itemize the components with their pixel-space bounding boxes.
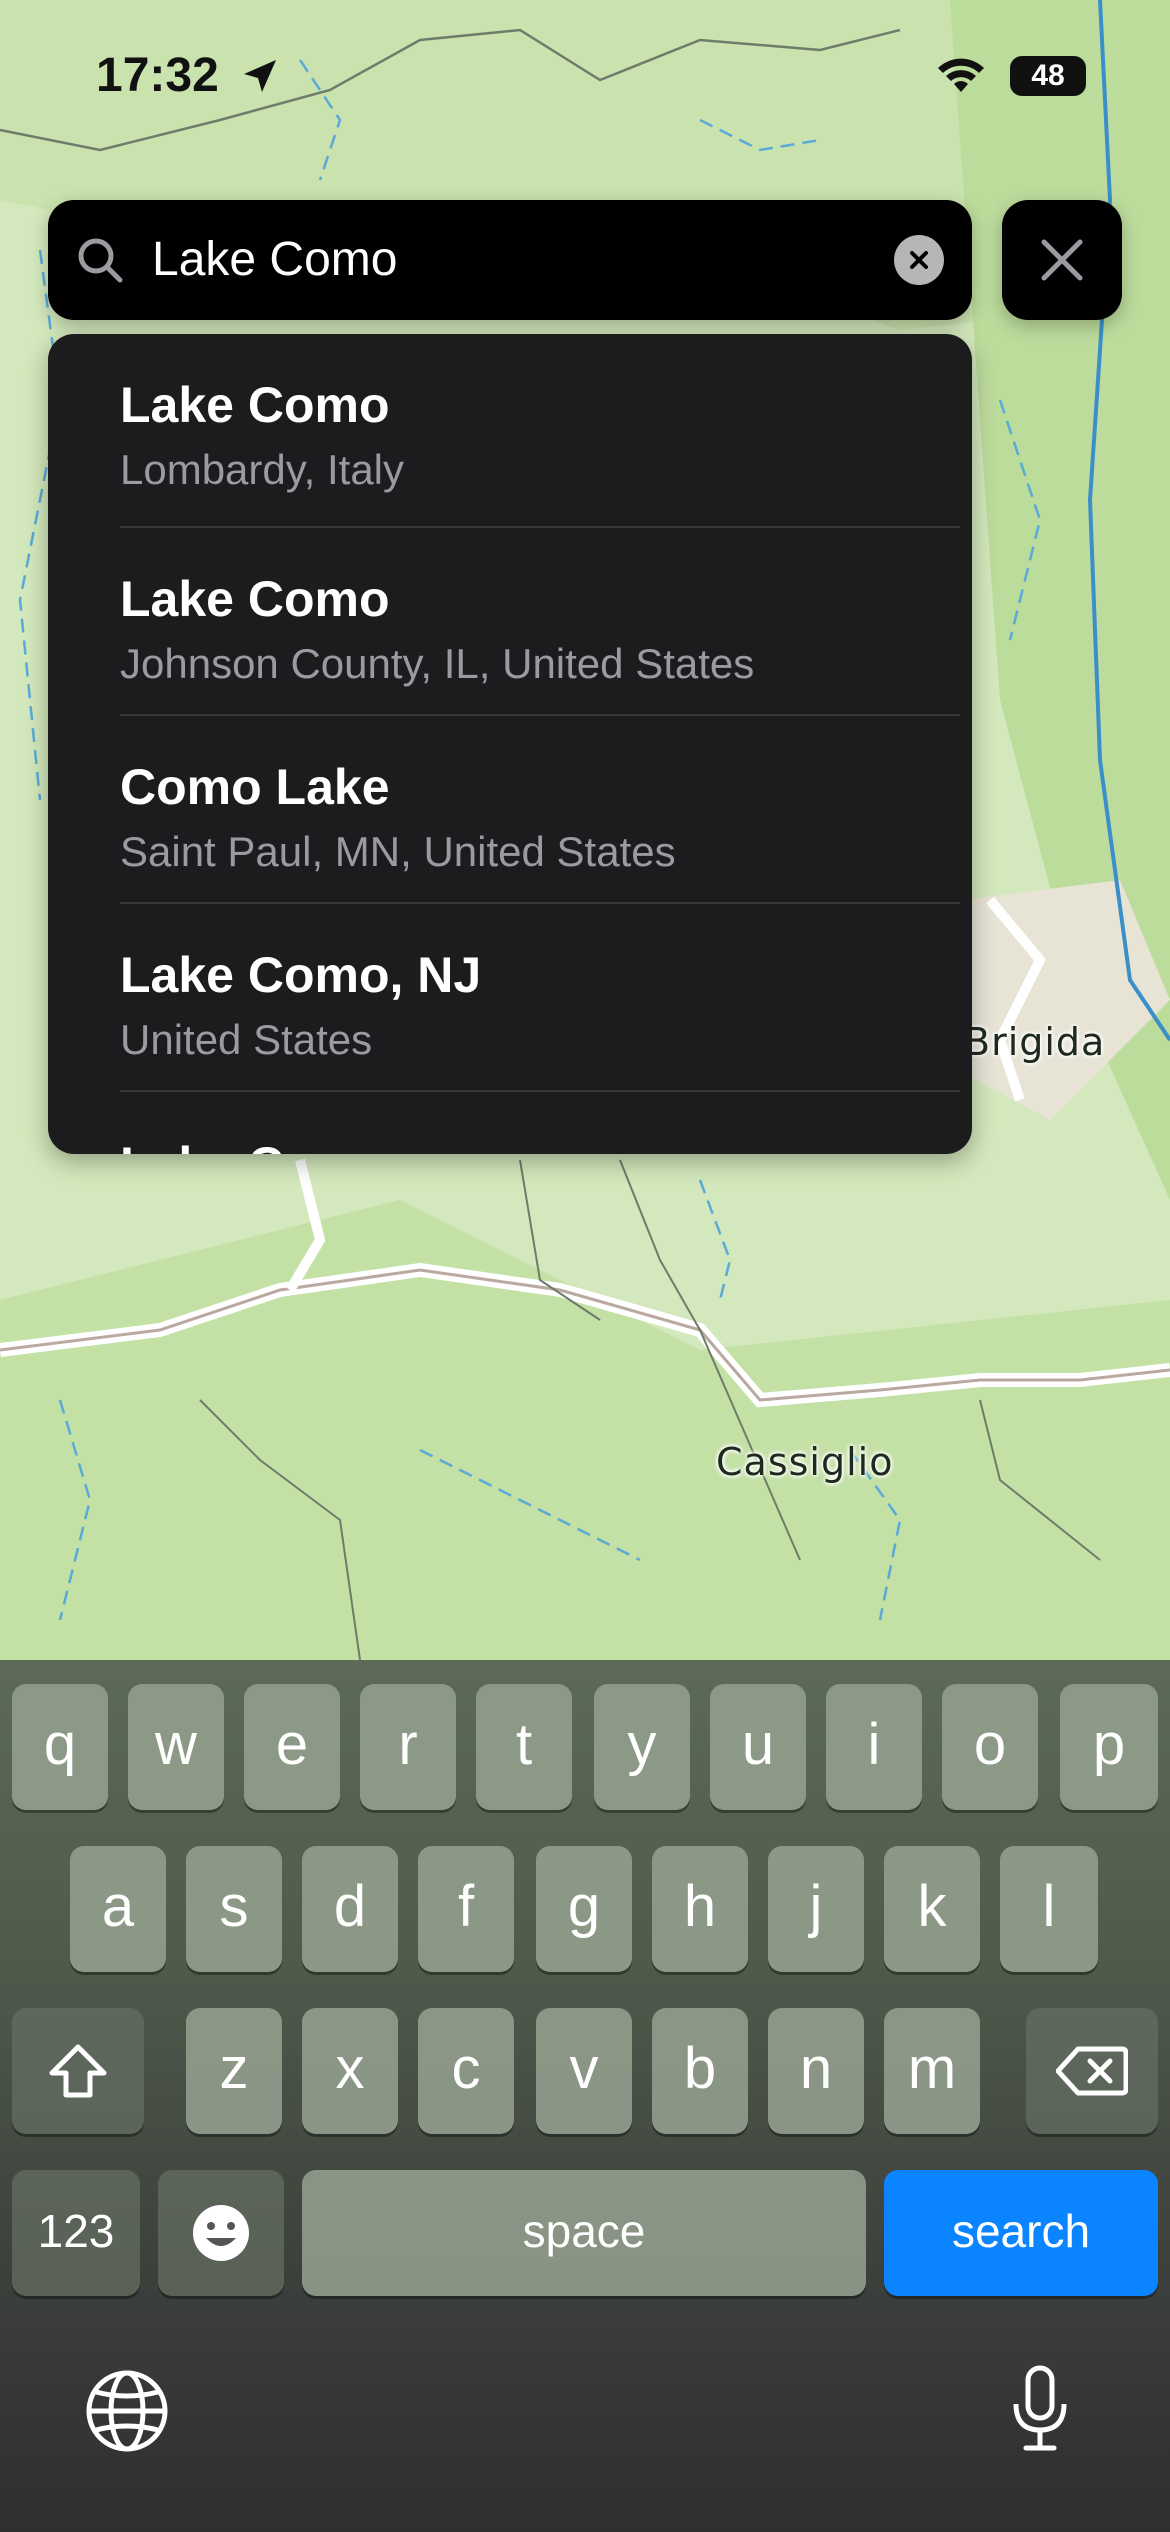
clear-search-button[interactable] <box>894 235 944 285</box>
search-key[interactable]: search <box>884 2170 1158 2296</box>
key-a[interactable]: a <box>70 1846 166 1972</box>
shift-key[interactable] <box>12 2008 144 2134</box>
key-n[interactable]: n <box>768 2008 864 2134</box>
close-icon <box>1041 239 1083 281</box>
result-title: Lake Como, NJ <box>120 947 482 1003</box>
search-result-item[interactable]: Como Lake Saint Paul, MN, United States <box>120 716 960 904</box>
microphone-icon[interactable] <box>1010 2364 1070 2454</box>
key-u[interactable]: u <box>710 1684 806 1810</box>
key-o[interactable]: o <box>942 1684 1038 1810</box>
key-p[interactable]: p <box>1060 1684 1158 1810</box>
search-input[interactable]: Lake Como <box>152 200 912 320</box>
space-key[interactable]: space <box>302 2170 866 2296</box>
key-i[interactable]: i <box>826 1684 922 1810</box>
location-arrow-icon <box>244 60 276 92</box>
key-x[interactable]: x <box>302 2008 398 2134</box>
key-v[interactable]: v <box>536 2008 632 2134</box>
result-subtitle: Lombardy, Italy <box>120 446 405 493</box>
result-title: Lake Como <box>120 1136 390 1154</box>
search-result-item[interactable]: Lake Como, NJ United States <box>120 904 960 1092</box>
key-y[interactable]: y <box>594 1684 690 1810</box>
key-z[interactable]: z <box>186 2008 282 2134</box>
key-d[interactable]: d <box>302 1846 398 1972</box>
key-k[interactable]: k <box>884 1846 980 1972</box>
delete-icon <box>1056 2046 1128 2096</box>
search-results-list[interactable]: Lake Como Lombardy, Italy Lake Como John… <box>48 334 972 1154</box>
key-b[interactable]: b <box>652 2008 748 2134</box>
key-h[interactable]: h <box>652 1846 748 1972</box>
status-bar: 17:32 48 <box>0 0 1170 150</box>
key-c[interactable]: c <box>418 2008 514 2134</box>
result-title: Lake Como <box>120 377 390 433</box>
key-l[interactable]: l <box>1000 1846 1098 1972</box>
key-w[interactable]: w <box>128 1684 224 1810</box>
result-subtitle: Johnson County, IL, United States <box>120 640 755 687</box>
shift-icon <box>49 2044 107 2098</box>
result-title: Lake Como <box>120 571 390 627</box>
key-s[interactable]: s <box>186 1846 282 1972</box>
map-label-brigida: Brigida <box>964 1020 1106 1064</box>
status-time: 17:32 <box>96 49 219 102</box>
result-title: Como Lake <box>120 759 390 815</box>
clear-x-icon <box>910 251 928 269</box>
delete-key[interactable] <box>1026 2008 1158 2134</box>
battery-indicator: 48 <box>1010 56 1086 96</box>
key-m[interactable]: m <box>884 2008 980 2134</box>
wifi-icon <box>938 58 984 92</box>
search-result-item[interactable]: Lake Como Lombardy, Italy <box>120 334 960 528</box>
key-f[interactable]: f <box>418 1846 514 1972</box>
search-result-item[interactable]: Lake Como Johnson County, IL, United Sta… <box>120 528 960 716</box>
emoji-icon <box>193 2205 249 2261</box>
map-label-cassiglio: Cassiglio <box>716 1440 894 1484</box>
result-subtitle: United States <box>120 1016 373 1063</box>
keyboard[interactable]: q w e r t y u i o p a s d f g h j k l z … <box>0 1660 1170 2532</box>
globe-icon[interactable] <box>84 2368 170 2454</box>
numbers-key[interactable]: 123 <box>12 2170 140 2296</box>
result-subtitle: Saint Paul, MN, United States <box>120 828 676 875</box>
key-q[interactable]: q <box>12 1684 108 1810</box>
key-t[interactable]: t <box>476 1684 572 1810</box>
search-bar[interactable]: Lake Como <box>48 200 972 320</box>
key-e[interactable]: e <box>244 1684 340 1810</box>
emoji-key[interactable] <box>158 2170 284 2296</box>
key-r[interactable]: r <box>360 1684 456 1810</box>
search-icon <box>78 238 123 283</box>
key-g[interactable]: g <box>536 1846 632 1972</box>
key-j[interactable]: j <box>768 1846 864 1972</box>
close-search-button[interactable] <box>1002 200 1122 320</box>
search-result-item[interactable]: Lake Como <box>120 1092 960 1154</box>
